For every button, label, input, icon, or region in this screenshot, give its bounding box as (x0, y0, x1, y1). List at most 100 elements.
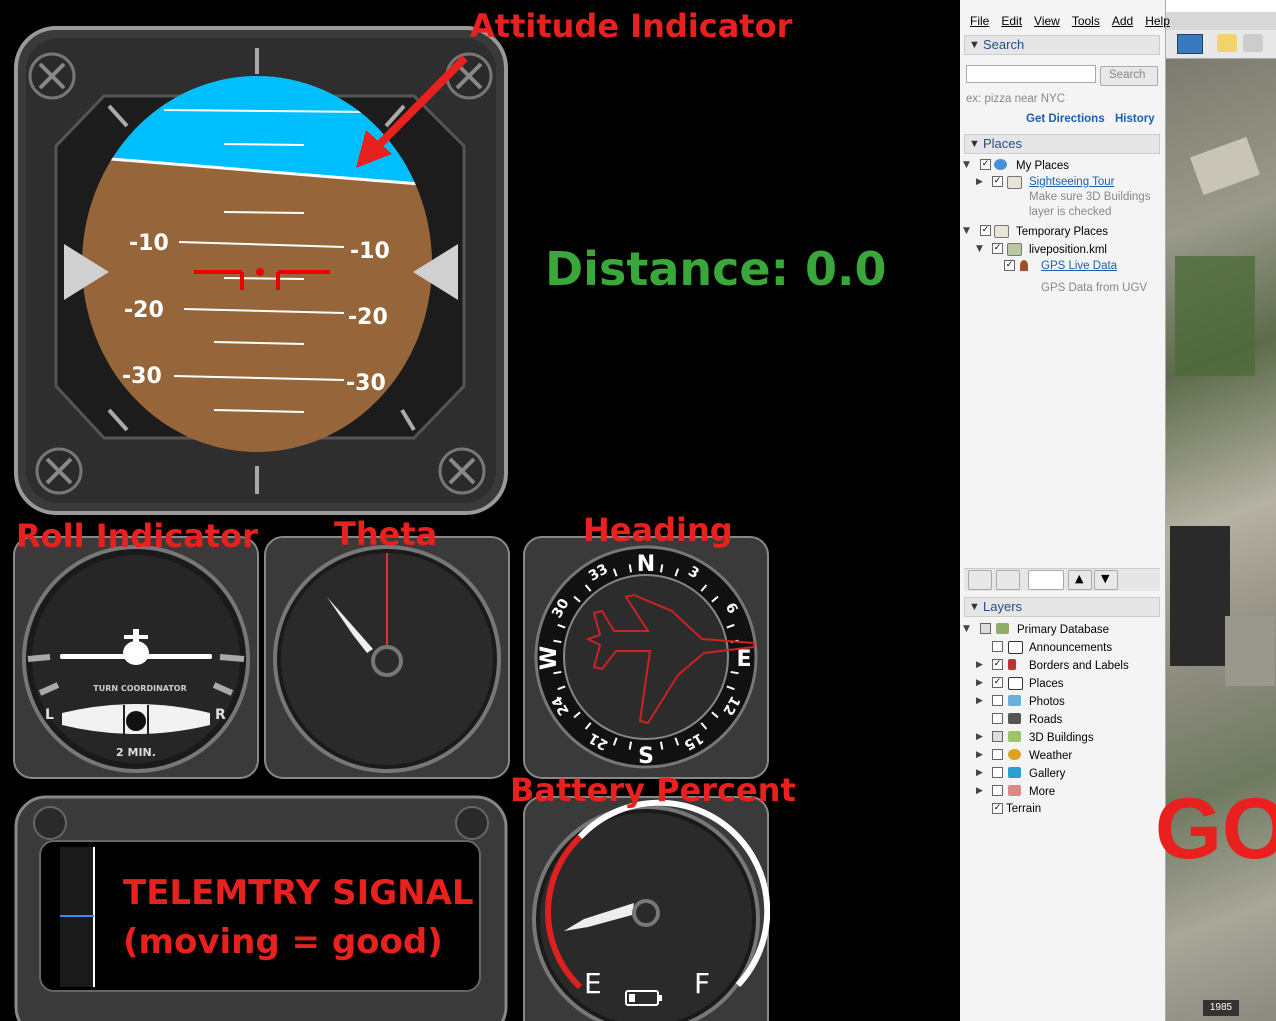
compass-north: N (637, 552, 655, 577)
expand-sightseeing[interactable]: ▶ (976, 177, 983, 187)
history-link[interactable]: History (1115, 113, 1155, 125)
screw (28, 52, 76, 100)
annotation-arrow-icon (356, 55, 468, 168)
polygon-icon[interactable] (1243, 34, 1263, 52)
sidebar-panel-icon[interactable] (996, 570, 1020, 590)
layer-checkbox[interactable] (992, 695, 1003, 706)
search-places-icon[interactable] (968, 570, 992, 590)
roads-icon (1008, 713, 1021, 724)
compass-west: W (537, 646, 562, 670)
google-earth-window: Google Earth Pro FileEditViewToolsAddHel… (960, 0, 1276, 1021)
layer-checkbox[interactable]: ✓ (992, 803, 1003, 814)
search-button[interactable]: Search (1100, 66, 1158, 86)
menu-tools[interactable]: Tools (1072, 14, 1100, 28)
expand-temporary-places[interactable]: ▼ (963, 226, 970, 236)
layer-places[interactable]: Places (1029, 678, 1064, 690)
screw (438, 447, 486, 495)
attitude-indicator-annotation: Attitude Indicator (470, 7, 793, 45)
compass-tick (730, 670, 739, 675)
compass-tick (659, 564, 664, 573)
pitch-label-right: -20 (348, 305, 388, 330)
expand-borders[interactable]: ▶ (976, 660, 983, 670)
expand-photos[interactable]: ▶ (976, 696, 983, 706)
layer-checkbox[interactable] (992, 749, 1003, 760)
places-section-header[interactable]: ▼ Places (964, 134, 1160, 154)
layers-section-header[interactable]: ▼ Layers (964, 597, 1160, 617)
gps-live-data-checkbox[interactable]: ✓ (1004, 260, 1015, 271)
layer-checkbox[interactable] (992, 713, 1003, 724)
layer-primary-database[interactable]: Primary Database (1017, 624, 1109, 636)
expand-gallery[interactable]: ▶ (976, 768, 983, 778)
expand-weather[interactable]: ▶ (976, 750, 983, 760)
expand-liveposition[interactable]: ▼ (976, 244, 983, 254)
pitch-label-left: -10 (129, 231, 169, 256)
layer-weather[interactable]: Weather (1029, 750, 1072, 762)
search-section-header[interactable]: ▼ Search (964, 35, 1160, 55)
pushpin-icon (1020, 260, 1028, 271)
folder-icon (994, 225, 1009, 238)
my-places-checkbox[interactable]: ✓ (980, 159, 991, 170)
more-icon (1008, 785, 1021, 796)
temporary-places-checkbox[interactable]: ✓ (980, 225, 991, 236)
list-view-button[interactable] (1028, 570, 1064, 590)
move-down-icon[interactable]: ▼ (1094, 570, 1118, 590)
screw (35, 447, 83, 495)
layer-checkbox[interactable]: ✓ (992, 677, 1003, 688)
pitch-label-left: -20 (124, 298, 164, 323)
sightseeing-tour-link[interactable]: Sightseeing Tour (1029, 176, 1114, 188)
places-icon (1008, 677, 1023, 690)
sightseeing-note: Make sure 3D Buildings (1029, 191, 1151, 203)
layer-terrain[interactable]: Terrain (1006, 803, 1041, 815)
menu-file[interactable]: File (970, 14, 989, 28)
menu-edit[interactable]: Edit (1001, 14, 1022, 28)
expand-places-layer[interactable]: ▶ (976, 678, 983, 688)
turn-coordinator-caption: TURN COORDINATOR (93, 684, 187, 693)
temporary-places-label[interactable]: Temporary Places (1016, 226, 1108, 238)
placemark-icon[interactable] (1217, 34, 1237, 52)
move-up-icon[interactable]: ▲ (1068, 570, 1092, 590)
menu-help[interactable]: Help (1145, 14, 1170, 28)
flag-icon (1008, 659, 1016, 670)
layer-checkbox[interactable]: ✓ (992, 659, 1003, 670)
search-input[interactable] (966, 65, 1096, 83)
liveposition-label[interactable]: liveposition.kml (1029, 244, 1107, 256)
layer-gallery[interactable]: Gallery (1029, 768, 1065, 780)
battery-gauge: E F (523, 796, 770, 1021)
battery-empty-label: E (584, 967, 602, 1000)
pitch-label-right: -30 (346, 371, 386, 396)
expand-3d-buildings[interactable]: ▶ (976, 732, 983, 742)
sightseeing-note: layer is checked (1029, 206, 1112, 218)
roll-indicator: TURN COORDINATOR L R 2 MIN. (13, 536, 259, 779)
expand-my-places[interactable]: ▼ (963, 160, 970, 170)
sightseeing-checkbox[interactable]: ✓ (992, 176, 1003, 187)
expand-primary-database[interactable]: ▼ (963, 624, 970, 634)
gps-live-data-link[interactable]: GPS Live Data (1041, 260, 1117, 272)
compass-south: S (638, 744, 654, 769)
layer-roads[interactable]: Roads (1029, 714, 1062, 726)
search-hint: ex: pizza near NYC (966, 93, 1066, 105)
layer-checkbox[interactable] (992, 767, 1003, 778)
layer-checkbox[interactable] (992, 731, 1003, 742)
layer-checkbox[interactable] (992, 785, 1003, 796)
slip-ball (126, 711, 146, 731)
menu-add[interactable]: Add (1112, 14, 1133, 28)
menu-view[interactable]: View (1034, 14, 1060, 28)
compass-tick (628, 564, 633, 573)
compass-tick (553, 670, 562, 675)
layer-photos[interactable]: Photos (1029, 696, 1065, 708)
my-places-label[interactable]: My Places (1016, 160, 1069, 172)
layer-announcements[interactable]: Announcements (1029, 642, 1112, 654)
expand-more[interactable]: ▶ (976, 786, 983, 796)
menu-bar: File Edit View Tools Add Help (970, 14, 1182, 28)
primary-database-checkbox[interactable] (980, 623, 991, 634)
layer-borders-and-labels[interactable]: Borders and Labels (1029, 660, 1129, 672)
heading-annotation: Heading (583, 511, 733, 549)
turn-left-label: L (45, 707, 54, 723)
layer-more[interactable]: More (1029, 786, 1055, 798)
get-directions-link[interactable]: Get Directions (1026, 113, 1105, 125)
layer-checkbox[interactable] (992, 641, 1003, 652)
gps-note: GPS Data from UGV (1041, 282, 1148, 294)
liveposition-checkbox[interactable]: ✓ (992, 243, 1003, 254)
layer-3d-buildings[interactable]: 3D Buildings (1029, 732, 1094, 744)
sidebar-toggle-icon[interactable] (1177, 34, 1203, 54)
